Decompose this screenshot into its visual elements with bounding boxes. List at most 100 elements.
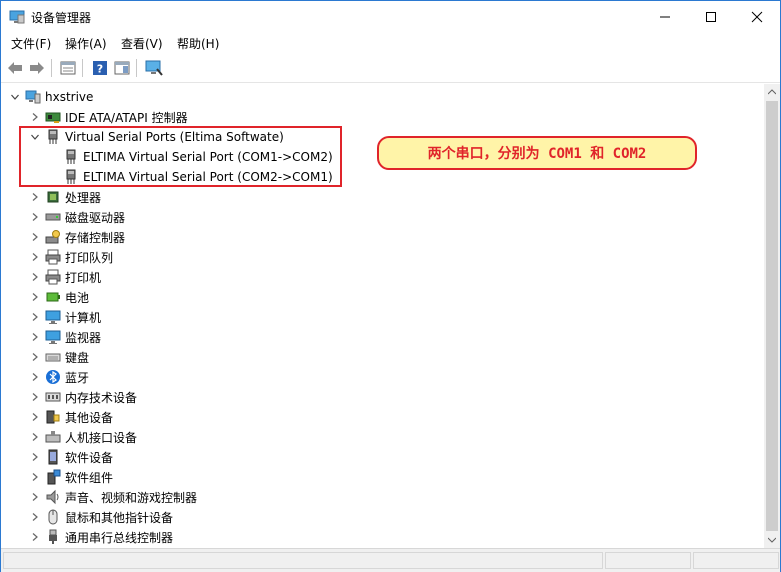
tree-item-usb-controllers[interactable]: 通用串行总线控制器 <box>27 527 173 547</box>
collapse-toggle[interactable] <box>7 89 23 105</box>
close-button[interactable] <box>734 1 780 32</box>
device-manager-icon <box>9 9 25 25</box>
minimize-button[interactable] <box>642 1 688 32</box>
tree-item-print-queues[interactable]: 打印队列 <box>27 247 113 267</box>
tree-item-sound-video-game-controllers[interactable]: 声音、视频和游戏控制器 <box>27 487 197 507</box>
keyboard-icon <box>45 349 61 365</box>
expand-toggle[interactable] <box>27 309 43 325</box>
tree-item-other-devices[interactable]: 其他设备 <box>27 407 113 427</box>
tree-item-computer[interactable]: 计算机 <box>27 307 101 327</box>
tree-item-bluetooth[interactable]: 蓝牙 <box>27 367 89 387</box>
expand-toggle[interactable] <box>27 369 43 385</box>
tree-item-label: 计算机 <box>65 310 102 325</box>
help-button[interactable]: ? <box>90 58 110 78</box>
tree-item-label: 软件组件 <box>65 470 114 485</box>
processor-icon <box>45 189 61 205</box>
disk-drive-icon <box>45 209 61 225</box>
back-button[interactable] <box>5 58 25 78</box>
expand-toggle[interactable] <box>27 249 43 265</box>
expand-toggle[interactable] <box>27 289 43 305</box>
expand-toggle[interactable] <box>27 269 43 285</box>
scroll-down-button[interactable] <box>764 532 780 548</box>
tree-item-mice-pointing-devices[interactable]: 鼠标和其他指针设备 <box>27 507 173 527</box>
action-pane-button[interactable] <box>112 58 132 78</box>
tree-item-label: 监视器 <box>65 330 102 345</box>
chevron-right-icon <box>32 333 38 341</box>
tree-item-software-devices[interactable]: 软件设备 <box>27 447 113 467</box>
help-icon: ? <box>93 61 107 76</box>
tree-item-memory-tech-devices[interactable]: 内存技术设备 <box>27 387 137 407</box>
chevron-right-icon <box>32 413 38 421</box>
maximize-icon <box>706 11 716 22</box>
expand-toggle[interactable] <box>27 329 43 345</box>
chevron-right-icon <box>32 433 38 441</box>
chevron-right-icon <box>32 273 38 281</box>
tree-item-storage-controllers[interactable]: 存储控制器 <box>27 227 125 247</box>
forward-arrow-icon <box>30 62 44 74</box>
expand-toggle[interactable] <box>27 389 43 405</box>
title-bar: 设备管理器 <box>1 1 780 32</box>
other-device-icon <box>45 409 61 425</box>
menu-action[interactable]: 操作(A) <box>65 35 107 52</box>
tree-item-printers[interactable]: 打印机 <box>27 267 101 287</box>
forward-button[interactable] <box>27 58 47 78</box>
tree-item-keyboards[interactable]: 键盘 <box>27 347 89 367</box>
tree-item-batteries[interactable]: 电池 <box>27 287 89 307</box>
software-component-icon <box>45 469 61 485</box>
chevron-right-icon <box>32 253 38 261</box>
menu-help[interactable]: 帮助(H) <box>177 35 219 52</box>
monitor-icon <box>45 329 61 345</box>
expand-toggle[interactable] <box>27 449 43 465</box>
tree-item-label: 蓝牙 <box>65 370 90 385</box>
tree-item-label: 其他设备 <box>65 410 114 425</box>
scan-hardware-button[interactable] <box>144 58 164 78</box>
tree-item-label: 存储控制器 <box>65 230 126 245</box>
expand-toggle[interactable] <box>27 229 43 245</box>
expand-toggle[interactable] <box>27 529 43 545</box>
tree-item-label: 打印机 <box>65 270 102 285</box>
status-cell <box>693 552 779 569</box>
chevron-down-icon <box>768 537 776 543</box>
expand-toggle[interactable] <box>27 109 43 125</box>
menu-file[interactable]: 文件(F) <box>11 35 51 52</box>
status-cell <box>605 552 691 569</box>
scrollbar-thumb[interactable] <box>766 101 778 531</box>
scroll-up-button[interactable] <box>764 84 780 100</box>
tree-item-label: 人机接口设备 <box>65 430 138 445</box>
expand-toggle[interactable] <box>27 209 43 225</box>
tree-item-label: 磁盘驱动器 <box>65 210 126 225</box>
tree-item-root[interactable]: hxstrive <box>7 87 93 107</box>
chevron-right-icon <box>32 213 38 221</box>
tree-item-monitors[interactable]: 监视器 <box>27 327 101 347</box>
maximize-button[interactable] <box>688 1 734 32</box>
battery-icon <box>45 289 61 305</box>
usb-icon <box>45 529 61 545</box>
monitor-icon <box>45 309 61 325</box>
expand-toggle[interactable] <box>27 189 43 205</box>
menu-view[interactable]: 查看(V) <box>121 35 163 52</box>
expand-toggle[interactable] <box>27 469 43 485</box>
highlight-box <box>19 126 342 187</box>
tree-item-software-components[interactable]: 软件组件 <box>27 467 113 487</box>
tree-item-hid-devices[interactable]: 人机接口设备 <box>27 427 137 447</box>
close-icon <box>751 11 763 22</box>
tree-item-label: IDE ATA/ATAPI 控制器 <box>65 110 188 125</box>
vertical-scrollbar[interactable] <box>764 84 780 548</box>
expand-toggle[interactable] <box>27 489 43 505</box>
chevron-right-icon <box>32 473 38 481</box>
ide-controller-icon <box>45 109 61 125</box>
chevron-down-icon <box>11 94 19 100</box>
expand-toggle[interactable] <box>27 349 43 365</box>
tree-item-label: 电池 <box>65 290 90 305</box>
expand-toggle[interactable] <box>27 409 43 425</box>
toolbar-separator <box>136 59 137 77</box>
hid-icon <box>45 429 61 445</box>
tree-item-ide-controllers[interactable]: IDE ATA/ATAPI 控制器 <box>27 107 188 127</box>
tree-item-disk-drives[interactable]: 磁盘驱动器 <box>27 207 125 227</box>
expand-toggle[interactable] <box>27 509 43 525</box>
tree-item-processors[interactable]: 处理器 <box>27 187 101 207</box>
speaker-icon <box>45 489 61 505</box>
expand-toggle[interactable] <box>27 429 43 445</box>
toolbar-separator <box>82 59 83 77</box>
properties-view-button[interactable] <box>58 58 78 78</box>
